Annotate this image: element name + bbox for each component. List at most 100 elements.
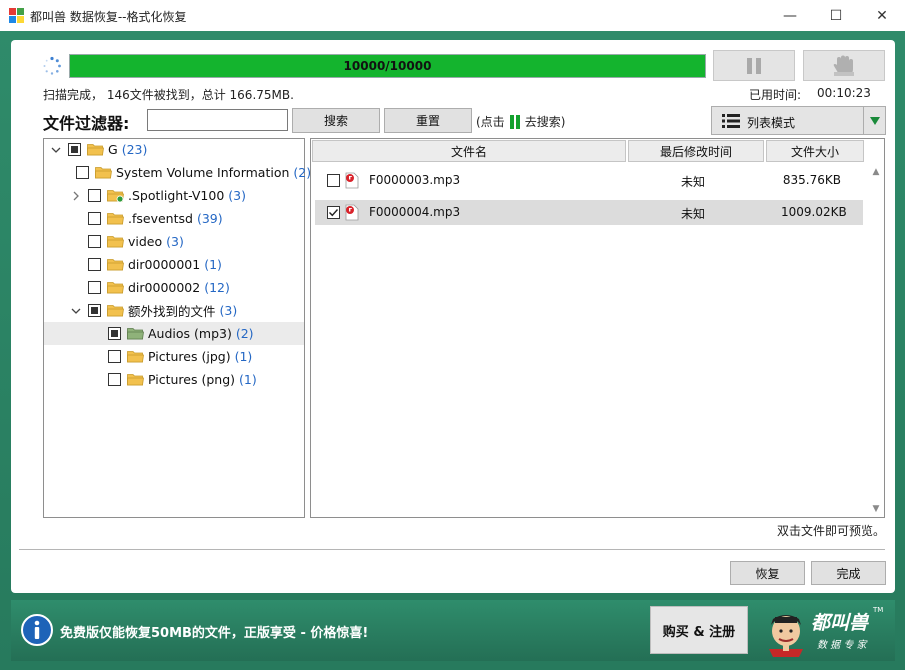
tree-item-count: (2) [235, 326, 254, 341]
tree-item[interactable]: Pictures (jpg) (1) [90, 345, 300, 368]
collapse-arrow-icon[interactable] [70, 305, 82, 317]
column-header-name[interactable]: 文件名 [312, 140, 626, 162]
tree-item[interactable]: 额外找到的文件 (3) [70, 299, 300, 322]
tree-item-label: dir0000001 [128, 257, 201, 272]
search-hint-prefix: (点击 [476, 115, 505, 129]
tree-item-checkbox[interactable] [88, 189, 101, 202]
file-modified: 未知 [681, 207, 706, 221]
scroll-down-icon[interactable]: ▼ [868, 501, 884, 517]
scan-summary: 扫描完成， 146文件被找到，总计 166.75MB. [43, 88, 294, 102]
window-title: 都叫兽 数据恢复--格式化恢复 [30, 10, 187, 24]
loading-spinner-icon [43, 56, 61, 75]
file-row-checkbox[interactable] [327, 174, 340, 187]
logo-brand: 都叫兽 [811, 612, 869, 634]
tree-item[interactable]: .Spotlight-V100 (3) [70, 184, 300, 207]
close-icon: ✕ [876, 7, 888, 24]
tree-item-checkbox[interactable] [108, 327, 121, 340]
collapse-arrow-icon[interactable] [50, 144, 62, 156]
tree-item-checkbox[interactable] [88, 212, 101, 225]
tree-item-label: Pictures (png) [148, 372, 236, 387]
file-filter-label: 文件过滤器: [43, 114, 130, 133]
file-name: F0000003.mp3 [369, 173, 461, 187]
tree-item[interactable]: video (3) [70, 230, 300, 253]
expand-arrow-icon[interactable] [70, 190, 82, 202]
recover-button[interactable]: 恢复 [730, 561, 805, 585]
tree-item-checkbox[interactable] [108, 373, 121, 386]
logo-tagline: 数 据 专 家 [817, 640, 867, 651]
buy-register-button[interactable]: 购买 & 注册 [650, 606, 748, 654]
tree-item-checkbox[interactable] [68, 143, 81, 156]
tree-item-count: (1) [204, 257, 222, 272]
column-header-size[interactable]: 文件大小 [766, 140, 864, 162]
maximize-icon: ☐ [829, 7, 843, 24]
finish-button[interactable]: 完成 [811, 561, 886, 585]
folder-icon [107, 281, 128, 294]
file-list-scrollbar[interactable]: ▲ ▼ [868, 164, 884, 517]
tree-item-count: (2) [293, 165, 312, 180]
maximize-button[interactable]: ☐ [813, 0, 859, 31]
stop-hand-icon [833, 55, 854, 76]
tree-item-checkbox[interactable] [88, 258, 101, 271]
stop-button[interactable] [803, 50, 885, 81]
promo-text: 免费版仅能恢复50MB的文件，正版享受 - 价格惊喜! [60, 626, 369, 641]
folder-icon [107, 304, 128, 317]
search-button[interactable]: 搜索 [292, 108, 380, 133]
file-list[interactable]: 文件名 最后修改时间 文件大小 ▲ ▼ F0000003.mp3 未知 835.76… [310, 138, 885, 518]
folder-icon [107, 189, 128, 202]
tree-item-checkbox[interactable] [76, 166, 89, 179]
file-row[interactable]: F0000003.mp3 未知 835.76KB [315, 168, 863, 193]
pause-button[interactable] [713, 50, 795, 81]
file-filter-input[interactable] [147, 109, 288, 131]
tree-item[interactable]: .fseventsd (39) [70, 207, 300, 230]
folder-icon [127, 350, 148, 363]
tree-item-checkbox[interactable] [88, 235, 101, 248]
tree-item[interactable]: dir0000002 (12) [70, 276, 300, 299]
file-row[interactable]: F0000004.mp3 未知 1009.02KB [315, 200, 863, 225]
reset-button[interactable]: 重置 [384, 108, 472, 133]
tree-item-checkbox[interactable] [88, 304, 101, 317]
tree-item[interactable]: Pictures (png) (1) [90, 368, 300, 391]
tree-item-count: (1) [239, 372, 257, 387]
column-header-modified[interactable]: 最后修改时间 [628, 140, 764, 162]
list-view-icon [722, 114, 740, 128]
folder-icon [107, 235, 128, 248]
view-mode-select[interactable]: 列表模式 [711, 106, 886, 135]
minimize-button[interactable]: — [767, 0, 813, 31]
elapsed-time-label: 已用时间: [749, 88, 802, 102]
close-button[interactable]: ✕ [859, 0, 905, 31]
tree-item[interactable]: Audios (mp3) (2) [44, 322, 304, 345]
scroll-up-icon[interactable]: ▲ [868, 164, 884, 180]
folder-icon [107, 258, 128, 271]
file-row-checkbox[interactable] [327, 206, 340, 219]
tree-item-checkbox[interactable] [88, 281, 101, 294]
tree-item-label: 额外找到的文件 [128, 304, 216, 319]
view-mode-label: 列表模式 [747, 116, 796, 130]
info-icon [21, 614, 53, 646]
dropdown-arrow-icon[interactable] [863, 107, 885, 134]
tree-item[interactable]: dir0000001 (1) [70, 253, 300, 276]
audio-file-icon [345, 172, 359, 189]
tree-item-label: G [108, 142, 118, 157]
pause-icon [747, 57, 761, 74]
scan-progress-bar: 10000/10000 [69, 54, 706, 78]
tree-item-count: (3) [219, 303, 238, 318]
tree-item[interactable]: G (23) [50, 138, 300, 161]
tree-item-count: (39) [196, 211, 223, 226]
search-hint-suffix: 去搜索) [524, 115, 566, 129]
tree-item-count: (3) [166, 234, 184, 249]
tree-item-count: (3) [228, 188, 247, 203]
folder-tree[interactable]: G (23) System Volume Information (2) .Spotli… [43, 138, 311, 518]
tree-item-label: System Volume Information [116, 165, 290, 180]
tree-item[interactable]: System Volume Information (2) [70, 161, 311, 184]
divider [19, 549, 885, 550]
title-bar: 都叫兽 数据恢复--格式化恢复 — ☐ ✕ [0, 0, 905, 31]
tree-item-checkbox[interactable] [108, 350, 121, 363]
search-hint: (点击 去搜索) [476, 113, 565, 130]
